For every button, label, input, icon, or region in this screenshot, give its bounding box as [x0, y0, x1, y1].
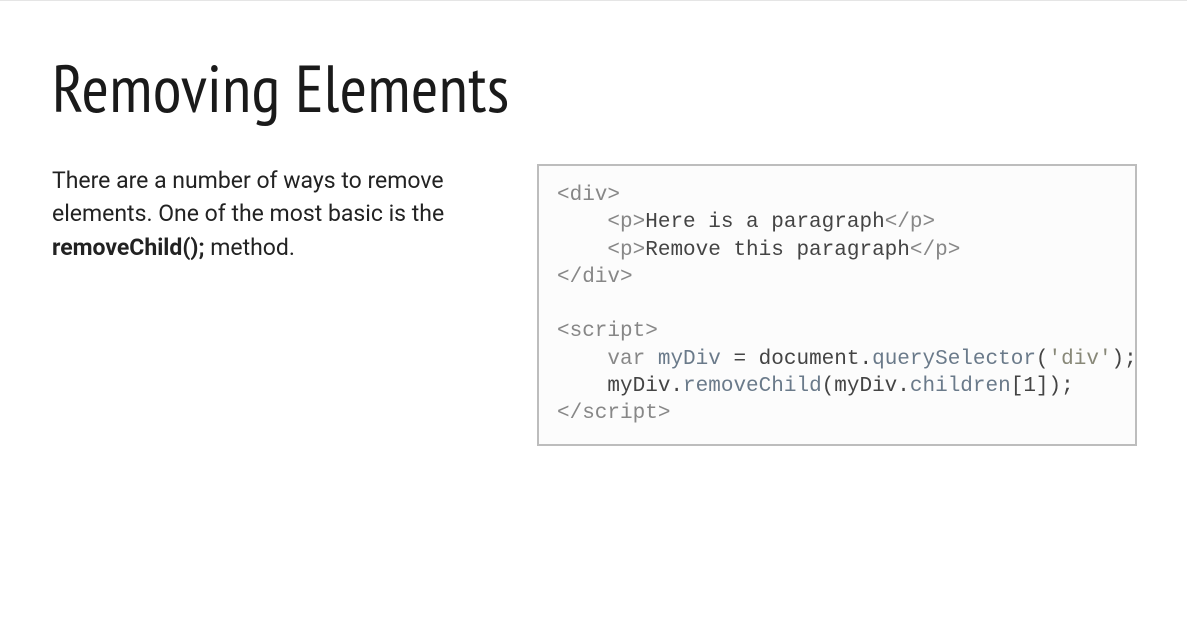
code-token: [1]); [1011, 375, 1074, 398]
content-row: There are a number of ways to remove ele… [52, 164, 1137, 446]
desc-bold: removeChild(); [52, 234, 205, 261]
code-indent [557, 211, 607, 234]
code-text: Remove this paragraph [645, 239, 910, 262]
code-token: = document. [721, 348, 872, 371]
code-token: </p> [910, 239, 960, 262]
code-method: children [910, 375, 1011, 398]
desc-before: There are a number of ways to remove ele… [52, 167, 444, 227]
page-title: Removing Elements [52, 56, 1137, 122]
code-indent [557, 348, 607, 371]
code-token: ( [1036, 348, 1049, 371]
code-sp [645, 348, 658, 371]
code-token: </script> [557, 402, 670, 425]
code-token: <div> [557, 184, 620, 207]
code-token: (myDiv. [822, 375, 910, 398]
code-varname: myDiv [658, 348, 721, 371]
code-indent [557, 239, 607, 262]
code-token: <p> [607, 211, 645, 234]
code-string: 'div' [1049, 348, 1112, 371]
code-example: <div> <p>Here is a paragraph</p> <p>Remo… [537, 164, 1137, 446]
code-method: querySelector [872, 348, 1036, 371]
code-token: myDiv. [607, 375, 683, 398]
code-token: ); [1112, 348, 1137, 371]
code-keyword: var [607, 348, 645, 371]
description-text: There are a number of ways to remove ele… [52, 164, 477, 264]
code-token: </div> [557, 266, 633, 289]
code-token: </p> [885, 211, 935, 234]
code-text: Here is a paragraph [645, 211, 884, 234]
desc-after: method. [205, 234, 295, 261]
code-indent [557, 375, 607, 398]
code-token: <script> [557, 320, 658, 343]
code-method: removeChild [683, 375, 822, 398]
code-token: <p> [607, 239, 645, 262]
